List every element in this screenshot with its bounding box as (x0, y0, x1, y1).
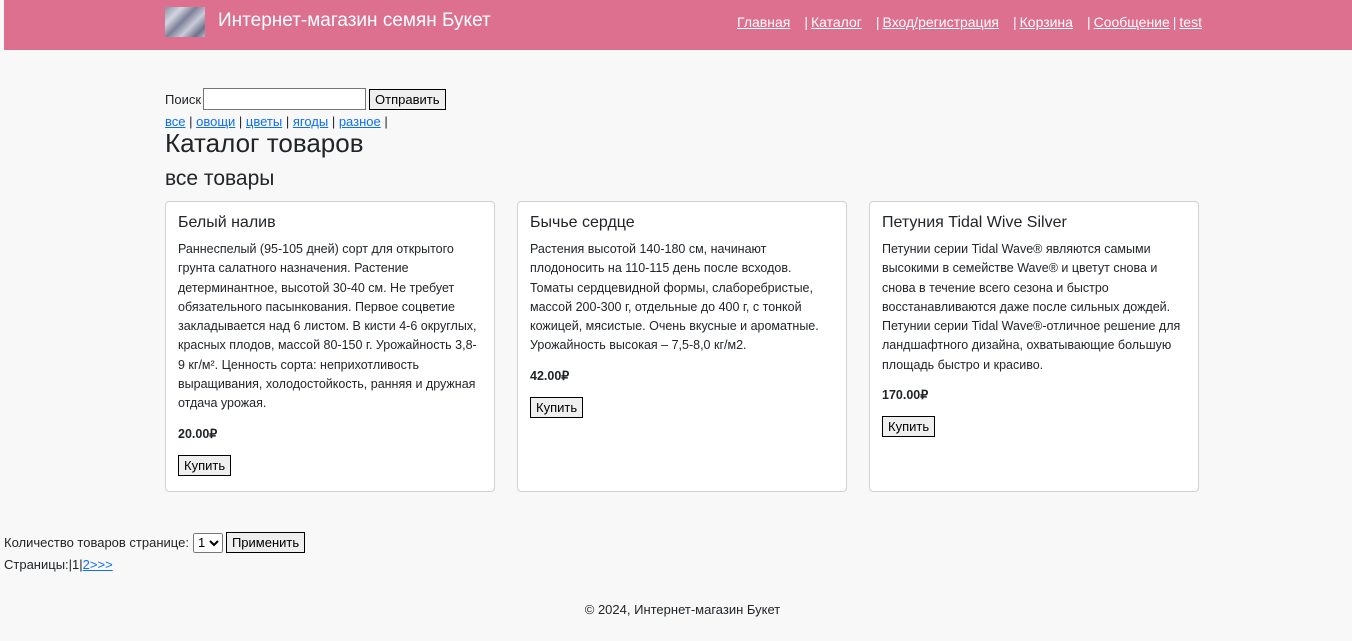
nav-home-link[interactable]: Главная (737, 14, 790, 30)
per-page-form: Количество товаров странице: 1 Применить (4, 532, 306, 553)
product-card: Белый налив Раннеспелый (95-105 дней) со… (165, 201, 495, 492)
search-input[interactable] (203, 88, 367, 110)
site-header: Интернет-магазин семян Букет Главная | Кат… (4, 0, 1352, 50)
category-link-flowers[interactable]: цветы (246, 114, 282, 129)
search-label: Поиск (165, 91, 202, 107)
category-link-berries[interactable]: ягоды (293, 114, 328, 129)
product-name: Петуния Tidal Wive Silver (882, 214, 1067, 231)
pagination: Страницы:|1|2>>> (4, 557, 113, 572)
footer-copyright: © 2024, Интернет-магазин Букет (584, 602, 781, 617)
page-title: Каталог товаров (165, 128, 364, 158)
category-filter: все | овощи | цветы | ягоды | разное | (165, 114, 388, 129)
current-page: 1 (72, 557, 80, 572)
product-description: Петунии серии Tidal Wave® являются самым… (882, 242, 1181, 372)
per-page-label: Количество товаров странице: (4, 535, 189, 550)
product-price: 170.00₽ (882, 388, 929, 403)
buy-button[interactable]: Купить (178, 454, 232, 476)
logo-image (165, 7, 205, 37)
nav-separator: | (1086, 14, 1091, 30)
product-name: Белый налив (178, 214, 276, 231)
nav-cart-link[interactable]: Корзина (1020, 14, 1073, 30)
site-brand: Интернет-магазин семян Букет (218, 10, 491, 31)
category-link-all[interactable]: все (165, 114, 186, 129)
nav-separator: | (1012, 14, 1017, 30)
next-page-link[interactable]: >>> (90, 557, 113, 572)
nav-separator: | (804, 14, 808, 30)
product-card: Бычье сердце Растения высотой 140-180 см… (517, 201, 847, 492)
product-card: Петуния Tidal Wive Silver Петунии серии … (869, 201, 1199, 492)
category-link-misc[interactable]: разное (339, 114, 381, 129)
nav-separator: | (1172, 14, 1177, 30)
pages-label: Страницы: (4, 557, 69, 572)
nav-catalog-link[interactable]: Каталог (811, 14, 862, 30)
search-form: Поиск Отправить (165, 88, 446, 110)
search-submit-button[interactable]: Отправить (369, 88, 446, 110)
product-name: Бычье сердце (530, 214, 635, 231)
buy-button[interactable]: Купить (882, 416, 936, 438)
product-description: Растения высотой 140-180 см, начинают пл… (530, 242, 819, 353)
section-title: все товары (165, 167, 275, 190)
product-price: 42.00₽ (530, 368, 570, 383)
product-description: Раннеспелый (95-105 дней) сорт для откры… (178, 242, 477, 411)
page-link-2[interactable]: 2 (83, 557, 90, 572)
buy-button[interactable]: Купить (530, 396, 584, 418)
nav-message-link[interactable]: Сообщение (1094, 14, 1170, 30)
per-page-select[interactable]: 1 (192, 532, 223, 553)
category-link-vegetables[interactable]: овощи (196, 114, 235, 129)
nav-user-link[interactable]: test (1179, 14, 1202, 30)
apply-button[interactable]: Применить (225, 532, 306, 553)
main-nav: Главная | Каталог | Вход/регистрация | Корзина… (737, 14, 1202, 30)
nav-login-link[interactable]: Вход/регистрация (883, 14, 999, 30)
product-price: 20.00₽ (178, 426, 218, 441)
nav-separator: | (875, 14, 880, 30)
